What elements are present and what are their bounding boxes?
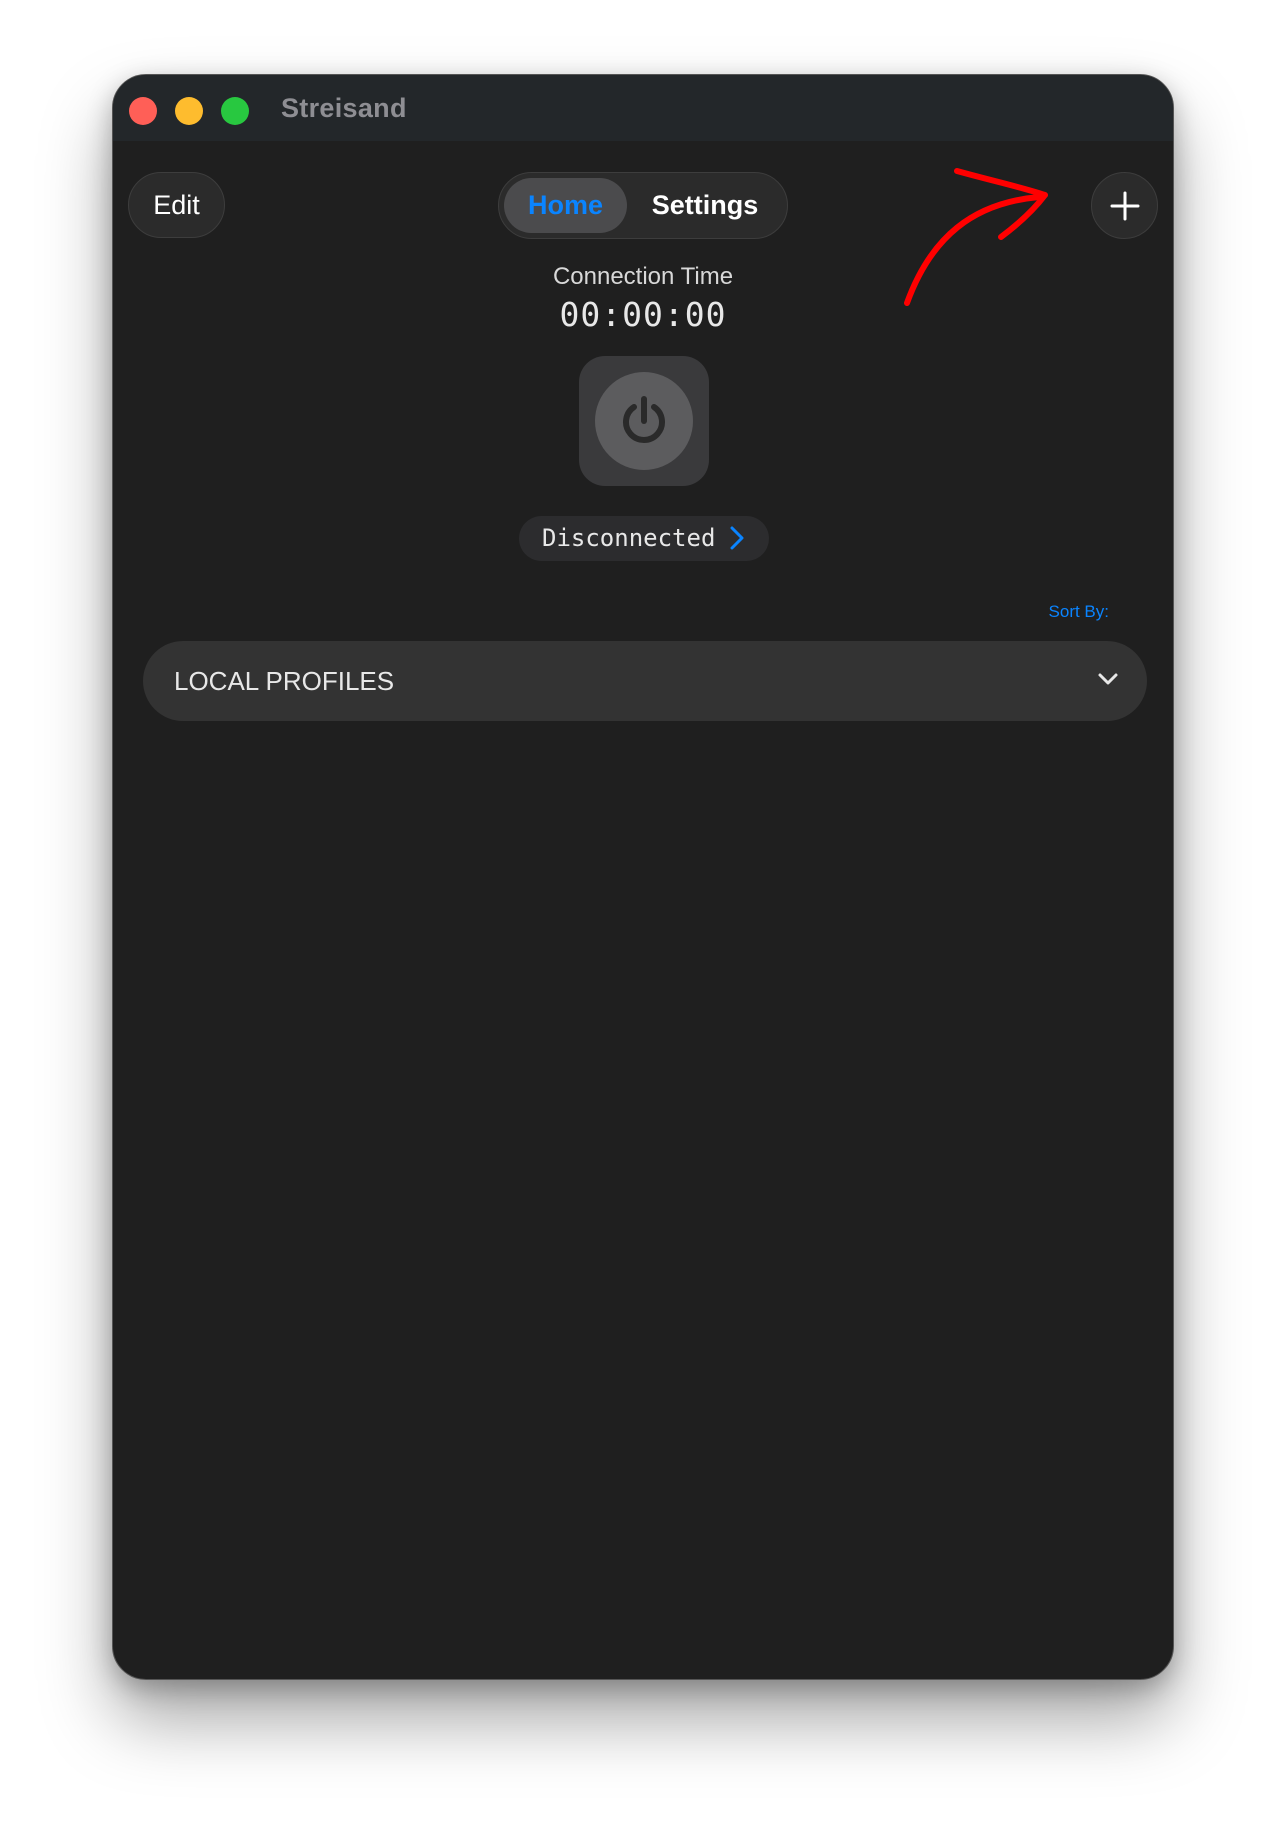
minimize-window-button[interactable] bbox=[175, 97, 203, 125]
connection-time-value: 00:00:00 bbox=[559, 295, 727, 334]
view-switcher: Home Settings bbox=[498, 172, 788, 239]
close-window-button[interactable] bbox=[129, 97, 157, 125]
connection-status-text: Disconnected bbox=[542, 524, 716, 552]
power-button-circle bbox=[595, 372, 693, 470]
annotation-arrow bbox=[904, 168, 1048, 306]
tab-home[interactable]: Home bbox=[504, 178, 627, 233]
sort-by-button[interactable]: Sort By: bbox=[1049, 602, 1109, 622]
title-bar: Streisand bbox=[113, 75, 1173, 141]
connection-time-label: Connection Time bbox=[552, 263, 734, 290]
local-profiles-title: LOCAL PROFILES bbox=[174, 666, 395, 696]
add-profile-button[interactable] bbox=[1091, 172, 1158, 239]
tab-settings[interactable]: Settings bbox=[630, 178, 780, 233]
connection-status-button[interactable]: Disconnected bbox=[519, 516, 769, 561]
app-window: Streisand Edit Home Settings Connection … bbox=[112, 74, 1174, 1680]
zoom-window-button[interactable] bbox=[221, 97, 249, 125]
plus-icon bbox=[1110, 191, 1140, 221]
chevron-down-icon bbox=[1098, 673, 1118, 685]
power-icon bbox=[623, 396, 665, 443]
chevron-right-icon bbox=[730, 526, 744, 550]
window-title: Streisand bbox=[281, 93, 407, 123]
edit-button[interactable]: Edit bbox=[128, 172, 225, 238]
power-button[interactable] bbox=[579, 356, 709, 486]
local-profiles-section[interactable]: LOCAL PROFILES bbox=[143, 641, 1147, 721]
